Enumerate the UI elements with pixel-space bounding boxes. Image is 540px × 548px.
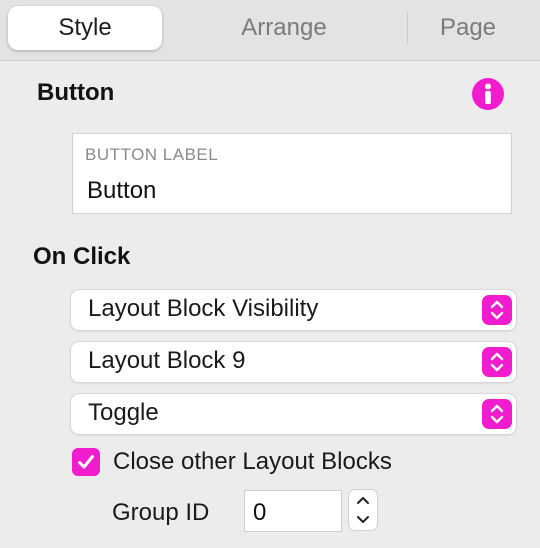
group-id-input[interactable]: 0 — [244, 490, 342, 532]
close-others-checkbox[interactable] — [72, 448, 100, 476]
updown-chevron-icon — [482, 347, 512, 377]
button-section-title: Button — [37, 79, 115, 106]
target-select-value: Layout Block 9 — [88, 347, 246, 374]
on-click-title: On Click — [33, 243, 131, 270]
button-label-value[interactable]: Button — [87, 177, 156, 205]
updown-chevron-icon — [482, 399, 512, 429]
stepper-up-icon[interactable] — [349, 490, 377, 510]
button-label-caption: BUTTON LABEL — [85, 145, 219, 164]
tab-bar: Style Arrange Page — [0, 0, 540, 61]
action-select[interactable]: Layout Block Visibility — [71, 290, 516, 330]
stepper-down-icon[interactable] — [349, 510, 377, 530]
info-glyph — [485, 83, 491, 104]
info-icon[interactable] — [472, 78, 504, 110]
group-id-stepper[interactable] — [349, 490, 377, 530]
action-select-value: Layout Block Visibility — [88, 295, 319, 322]
checkmark-icon — [78, 455, 94, 469]
tab-page[interactable]: Page — [416, 6, 520, 50]
tab-arrange[interactable]: Arrange — [170, 6, 398, 50]
updown-chevron-icon — [482, 295, 512, 325]
button-label-field[interactable]: BUTTON LABEL Button — [72, 133, 512, 214]
close-others-label[interactable]: Close other Layout Blocks — [113, 448, 392, 476]
tab-divider — [407, 13, 408, 43]
mode-select[interactable]: Toggle — [71, 394, 516, 434]
group-id-value: 0 — [253, 499, 267, 526]
group-id-label: Group ID — [112, 499, 210, 526]
mode-select-value: Toggle — [88, 399, 159, 426]
tab-style[interactable]: Style — [8, 6, 162, 50]
target-select[interactable]: Layout Block 9 — [71, 342, 516, 382]
